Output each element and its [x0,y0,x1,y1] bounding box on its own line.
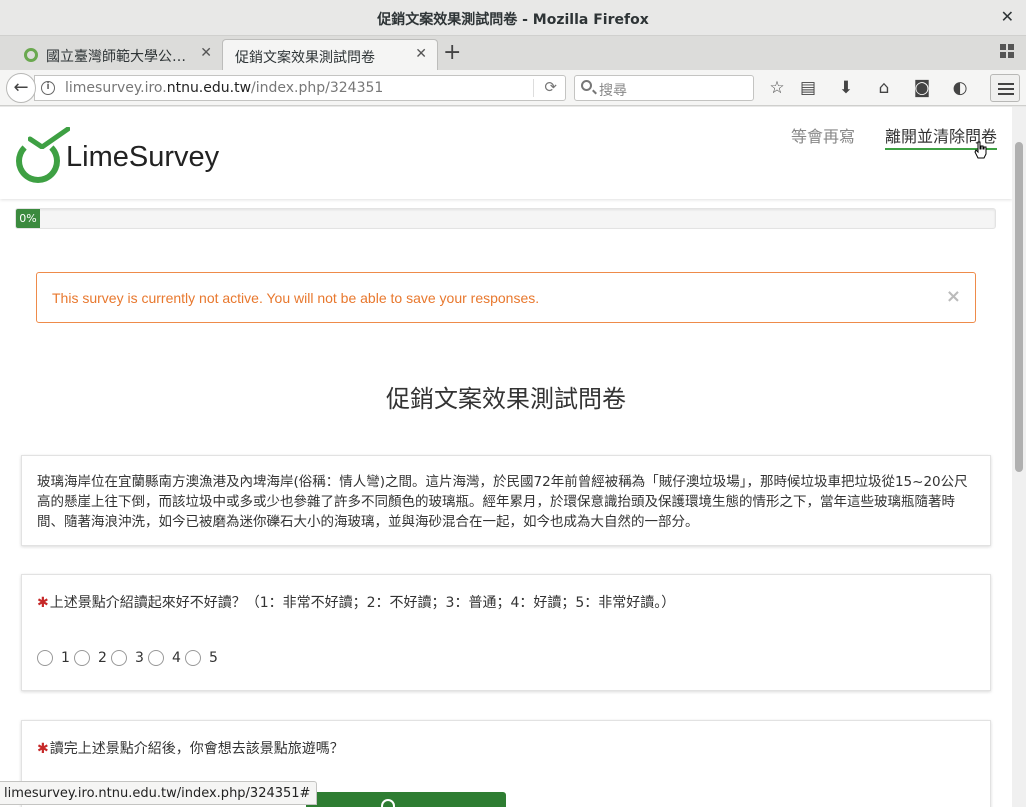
tab-survey[interactable]: 促銷文案效果測試問卷 ✕ [222,39,438,70]
radio-label: 1 [61,650,70,666]
question-1-panel: ✱上述景點介紹讀起來好不好讀？（1：非常不好讀；2：不好讀；3：普通；4：好讀；… [21,574,991,691]
window-close-button[interactable]: ✕ [1001,7,1014,26]
tab-list-icon[interactable] [1000,44,1014,58]
reading-list-icon[interactable]: ▤ [798,78,818,98]
survey-title: 促銷文案效果測試問卷 [386,385,626,413]
page-scrollbar[interactable] [1012,107,1026,807]
share-icon[interactable]: ◐ [950,78,970,98]
radio-button[interactable] [74,650,90,666]
limesurvey-logo[interactable]: LimeSurvey [14,125,229,185]
survey-header: LimeSurvey 等會再寫 離開並清除問卷 [0,107,1012,199]
radio-button[interactable] [185,650,201,666]
tab-bar: 國立臺灣師範大學公… ✕ 促銷文案效果測試問卷 ✕ [0,36,1026,70]
progress-bar: 0% [15,208,996,229]
option-icon [381,799,395,807]
survey-intro-panel: 玻璃海岸位在宜蘭縣南方澳漁港及內埤海岸(俗稱：情人彎)之間。這片海灣，於民國72… [21,455,991,546]
inactive-survey-alert: This survey is currently not active. You… [36,272,976,323]
search-icon [581,80,592,91]
required-mark: ✱ [37,595,49,611]
menu-button[interactable] [990,74,1020,102]
bookmark-star-icon[interactable]: ☆ [767,78,787,98]
radio-button[interactable] [37,650,53,666]
url-separator [533,79,534,97]
radio-button[interactable] [148,650,164,666]
tab-close-icon[interactable]: ✕ [415,46,427,62]
logo-ring-icon [16,139,60,183]
radio-label: 5 [209,650,218,666]
tab-label: 國立臺灣師範大學公… [46,49,186,65]
hand-cursor-icon [974,141,987,159]
new-tab-button[interactable]: + [443,40,461,65]
tab-ntnu[interactable]: 國立臺灣師範大學公… ✕ [8,39,222,70]
url-bar[interactable]: i limesurvey.iro.ntnu.edu.tw/index.php/3… [34,75,566,101]
radio-label: 3 [135,650,144,666]
hamburger-icon [996,83,1019,95]
logo-text: LimeSurvey [66,141,220,173]
navigation-bar: i limesurvey.iro.ntnu.edu.tw/index.php/3… [0,70,1026,106]
progress-fill: 0% [16,209,40,228]
title-bar: 促銷文案效果測試問卷 - Mozilla Firefox ✕ [0,0,1026,36]
window-title: 促銷文案效果測試問卷 - Mozilla Firefox [377,12,649,28]
limesurvey-favicon-icon [24,48,38,62]
home-icon[interactable]: ⌂ [874,78,894,98]
reload-icon[interactable]: ⟳ [544,78,557,96]
status-bar: limesurvey.iro.ntnu.edu.tw/index.php/324… [0,781,318,805]
question-2-text: ✱讀完上述景點介紹後，你會想去該景點旅遊嗎？ [37,741,344,757]
search-input[interactable]: 搜尋 [574,75,754,101]
page-content: LimeSurvey 等會再寫 離開並清除問卷 0% This survey i… [0,107,1012,807]
radio-button[interactable] [111,650,127,666]
scrollbar-thumb[interactable] [1015,142,1023,472]
alert-message: This survey is currently not active. You… [52,290,540,306]
radio-label: 2 [98,650,107,666]
info-icon[interactable]: i [41,81,55,95]
radio-label: 4 [172,650,181,666]
alert-close-icon[interactable]: × [946,286,961,307]
search-placeholder: 搜尋 [599,83,627,99]
browser-window: 促銷文案效果測試問卷 - Mozilla Firefox ✕ 國立臺灣師範大學公… [0,0,1026,807]
survey-intro-text: 玻璃海岸位在宜蘭縣南方澳漁港及內埤海岸(俗稱：情人彎)之間。這片海灣，於民國72… [37,474,968,530]
back-button[interactable]: ← [6,73,36,103]
url-text: limesurvey.iro.ntnu.edu.tw/index.php/324… [65,80,384,96]
answer-button[interactable] [306,792,506,807]
resume-later-link[interactable]: 等會再寫 [791,123,855,147]
required-mark: ✱ [37,741,49,757]
pocket-icon[interactable]: ◙ [912,78,932,98]
tab-label: 促銷文案效果測試問卷 [235,50,375,66]
tab-close-icon[interactable]: ✕ [200,45,212,61]
question-1-text: ✱上述景點介紹讀起來好不好讀？（1：非常不好讀；2：不好讀；3：普通；4：好讀；… [37,595,676,611]
download-icon[interactable]: ⬇ [836,78,856,98]
